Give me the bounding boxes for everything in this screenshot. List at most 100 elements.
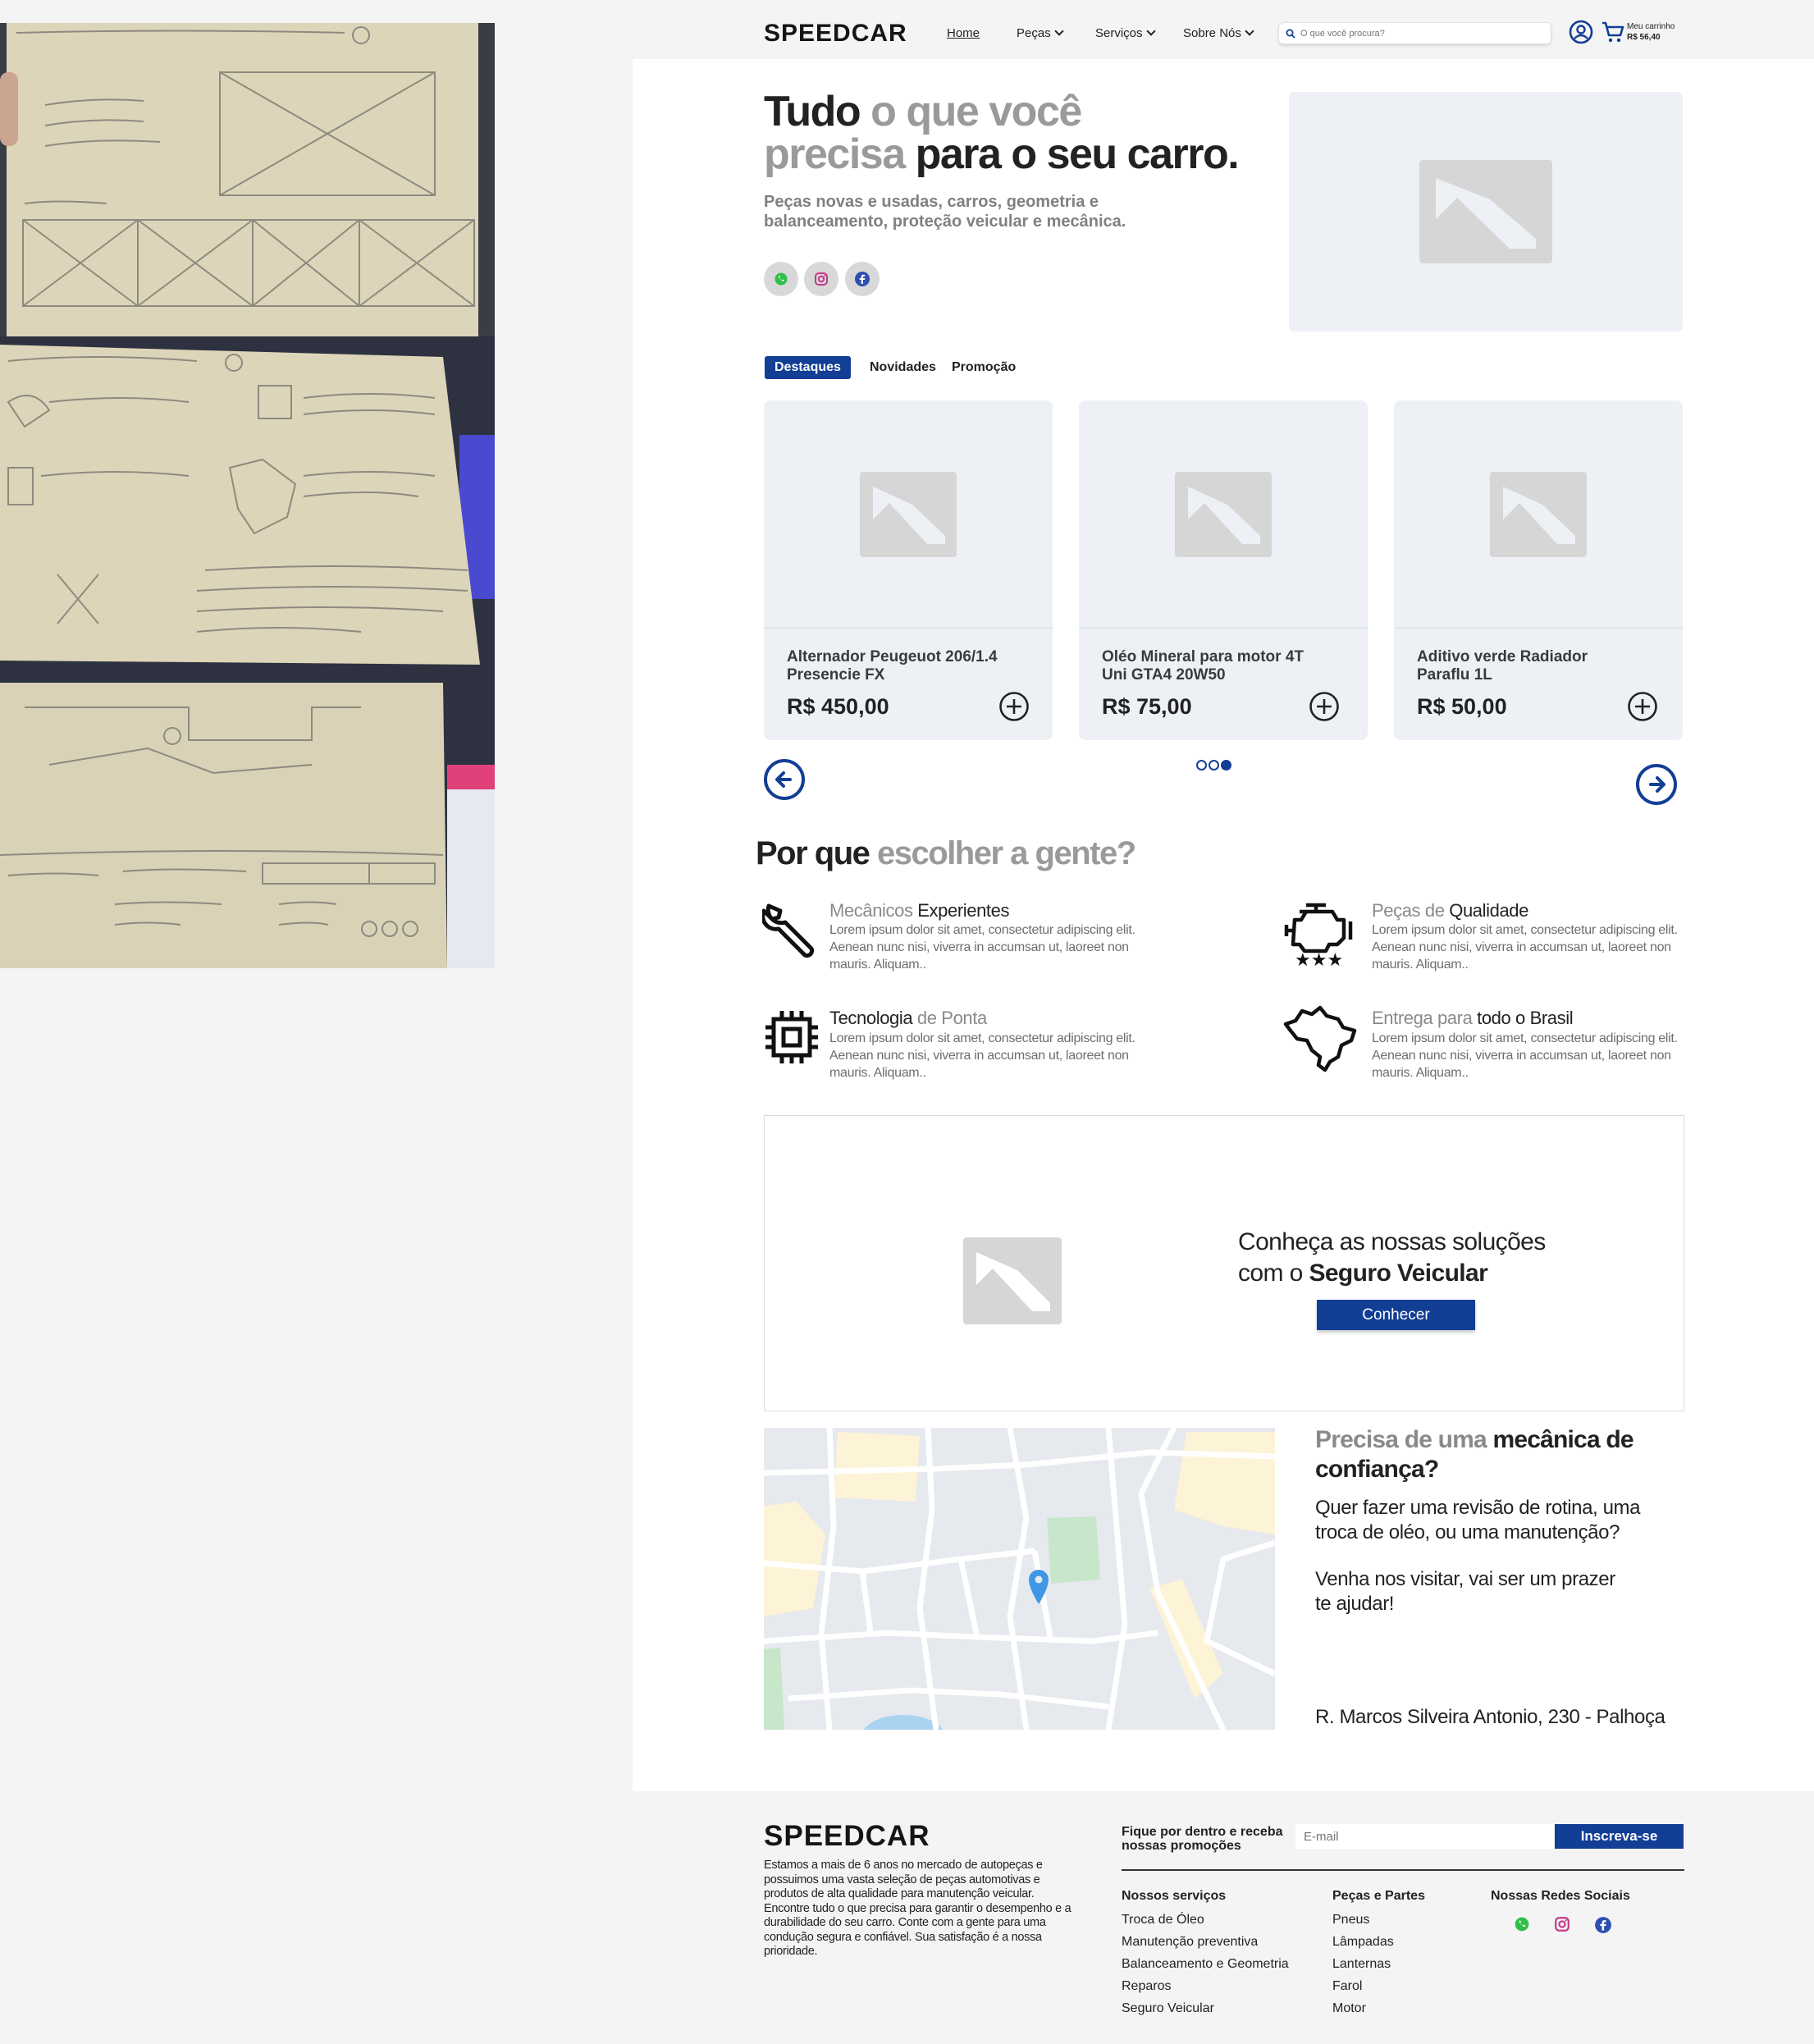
carousel-dot-active[interactable] [1221, 760, 1231, 771]
insurance-title-part: Seguro Veicular [1309, 1260, 1488, 1287]
why-title-part: Por que [756, 835, 870, 871]
social-title: Nossas Redes Sociais [1491, 1889, 1630, 1903]
hero-whatsapp-button[interactable] [764, 262, 798, 296]
cart-total: R$ 56,40 [1627, 33, 1661, 42]
hero-title-part: Tudo [764, 88, 861, 135]
conhecer-button[interactable]: Conhecer [1317, 1300, 1475, 1330]
nav-servicos[interactable]: Serviços [1095, 26, 1156, 40]
feature-title: Mecânicos Experientes [829, 900, 1009, 921]
product-image-placeholder [1079, 400, 1368, 629]
whatsapp-icon[interactable] [1514, 1916, 1530, 1932]
instagram-icon [815, 272, 828, 286]
feature-description: Lorem ipsum dolor sit amet, consectetur … [1372, 923, 1678, 972]
add-to-cart-icon[interactable] [1627, 691, 1658, 722]
tab-destaques[interactable]: Destaques [765, 356, 851, 379]
footer-service-link[interactable]: Troca de Óleo [1122, 1913, 1204, 1927]
product-card[interactable]: Alternador Peugeuot 206/1.4 Presencie FX… [764, 400, 1053, 740]
chevron-down-icon [1145, 26, 1156, 36]
user-account-icon[interactable] [1569, 20, 1593, 44]
add-to-cart-icon[interactable] [998, 691, 1030, 722]
feature-title-part: Mecânicos [829, 900, 918, 921]
shopping-cart-icon[interactable] [1601, 20, 1625, 44]
footer-service-link[interactable]: Balanceamento e Geometria [1122, 1957, 1289, 1972]
footer-part-link[interactable]: Lâmpadas [1332, 1935, 1394, 1950]
hero-facebook-button[interactable] [845, 262, 880, 296]
navbar: SPEEDCAR Home Peças Serviços Sobre Nós O… [633, 0, 1814, 59]
feature-title-part: Tecnologia [829, 1008, 913, 1028]
footer-service-link[interactable]: Manutenção preventiva [1122, 1935, 1258, 1950]
tab-promocao[interactable]: Promoção [942, 356, 1026, 379]
footer-part-link[interactable]: Pneus [1332, 1913, 1369, 1927]
footer-part-link[interactable]: Lanternas [1332, 1957, 1391, 1972]
feature-title: Tecnologia de Ponta [829, 1008, 987, 1029]
cart-summary[interactable]: Meu carrinho R$ 56,40 [1627, 21, 1675, 43]
nav-pecas[interactable]: Peças [1017, 26, 1064, 40]
nav-sobre[interactable]: Sobre Nós [1183, 26, 1254, 40]
carousel-prev-arrow-icon[interactable] [763, 758, 806, 801]
search-input[interactable] [1300, 28, 1538, 39]
visit-title: Precisa de uma mecânica de confiança? [1315, 1425, 1660, 1484]
product-name: Alternador Peugeuot 206/1.4 Presencie FX [787, 648, 998, 684]
instagram-icon[interactable] [1554, 1916, 1570, 1932]
carousel-dot[interactable] [1209, 760, 1219, 771]
image-placeholder-icon [1419, 160, 1552, 263]
sketch-photo-why-us-wireframe [0, 336, 495, 683]
footer-about: Estamos a mais de 6 anos no mercado de a… [764, 1859, 1071, 1958]
whatsapp-icon [774, 272, 788, 286]
footer-service-link[interactable]: Seguro Veicular [1122, 2001, 1214, 2016]
nav-pecas-label: Peças [1017, 26, 1051, 40]
product-name: Aditivo verde Radiador Paraflu 1L [1417, 648, 1588, 684]
footer-logo[interactable]: SPEEDCAR [764, 1820, 930, 1853]
tab-novidades[interactable]: Novidades [860, 356, 946, 379]
hero-title-part: o que você [860, 88, 1082, 135]
footer-service-link[interactable]: Reparos [1122, 1979, 1171, 1994]
add-to-cart-icon[interactable] [1309, 691, 1340, 722]
image-placeholder-icon [860, 471, 957, 557]
svg-text:★★★: ★★★ [1295, 950, 1343, 967]
search-icon [1286, 29, 1295, 39]
product-price: R$ 50,00 [1417, 694, 1507, 719]
location-map[interactable] [764, 1428, 1275, 1730]
product-card[interactable]: Aditivo verde Radiador Paraflu 1L R$ 50,… [1394, 400, 1683, 740]
visit-text: Venha nos visitar, vai ser um prazer te … [1315, 1568, 1615, 1615]
feature-description: Lorem ipsum dolor sit amet, consectetur … [829, 923, 1135, 972]
hero-subtitle: Peças novas e usadas, carros, geometria … [764, 193, 1126, 231]
email-field[interactable] [1295, 1824, 1554, 1849]
carousel-dot[interactable] [1196, 760, 1207, 771]
feature-title-part: Peças de [1372, 900, 1450, 921]
engine-icon: ★★★ [1284, 903, 1353, 967]
nav-home[interactable]: Home [947, 26, 980, 40]
product-image-placeholder [1394, 400, 1683, 629]
hero-instagram-button[interactable] [804, 262, 838, 296]
cart-label: Meu carrinho [1627, 22, 1675, 31]
product-price: R$ 450,00 [787, 694, 889, 719]
hero-title: Tudo o que você precisa para o seu carro. [764, 90, 1338, 176]
footer-part-link[interactable]: Farol [1332, 1979, 1362, 1994]
feature-title: Peças de Qualidade [1372, 900, 1528, 921]
facebook-icon[interactable] [1594, 1916, 1612, 1934]
chevron-down-icon [1054, 26, 1064, 36]
feature-title-part: Entrega para [1372, 1008, 1478, 1028]
footer: SPEEDCAR Estamos a mais de 6 anos no mer… [633, 1791, 1814, 2044]
product-image-placeholder [764, 400, 1053, 629]
services-title: Nossos serviços [1122, 1889, 1227, 1903]
search-bar[interactable] [1278, 22, 1551, 44]
sketch-photo-footer-wireframe [0, 683, 495, 968]
page: SPEEDCAR Home Peças Serviços Sobre Nós O… [633, 0, 1814, 2044]
insurance-title-line: Conheça as nossas soluções [1238, 1228, 1546, 1255]
insurance-banner: Conheça as nossas soluções com o Seguro … [764, 1115, 1684, 1411]
subscribe-button[interactable]: Inscreva-se [1555, 1824, 1684, 1849]
image-placeholder-icon [963, 1237, 1062, 1324]
carousel-next-arrow-icon[interactable] [1635, 763, 1678, 806]
logo[interactable]: SPEEDCAR [764, 20, 907, 48]
hero-image-placeholder [1289, 92, 1683, 332]
product-price: R$ 75,00 [1102, 694, 1192, 719]
address: R. Marcos Silveira Antonio, 230 - Palhoç… [1315, 1706, 1665, 1728]
nav-home-label: Home [947, 26, 980, 40]
footer-part-link[interactable]: Motor [1332, 2001, 1366, 2016]
visit-title-part: Precisa de uma [1315, 1426, 1493, 1453]
feature-title: Entrega para todo o Brasil [1372, 1008, 1574, 1029]
why-us-title: Por que escolher a gente? [756, 835, 1136, 872]
nav-sobre-label: Sobre Nós [1183, 26, 1241, 40]
product-card[interactable]: Oléo Mineral para motor 4T Uni GTA4 20W5… [1079, 400, 1368, 740]
